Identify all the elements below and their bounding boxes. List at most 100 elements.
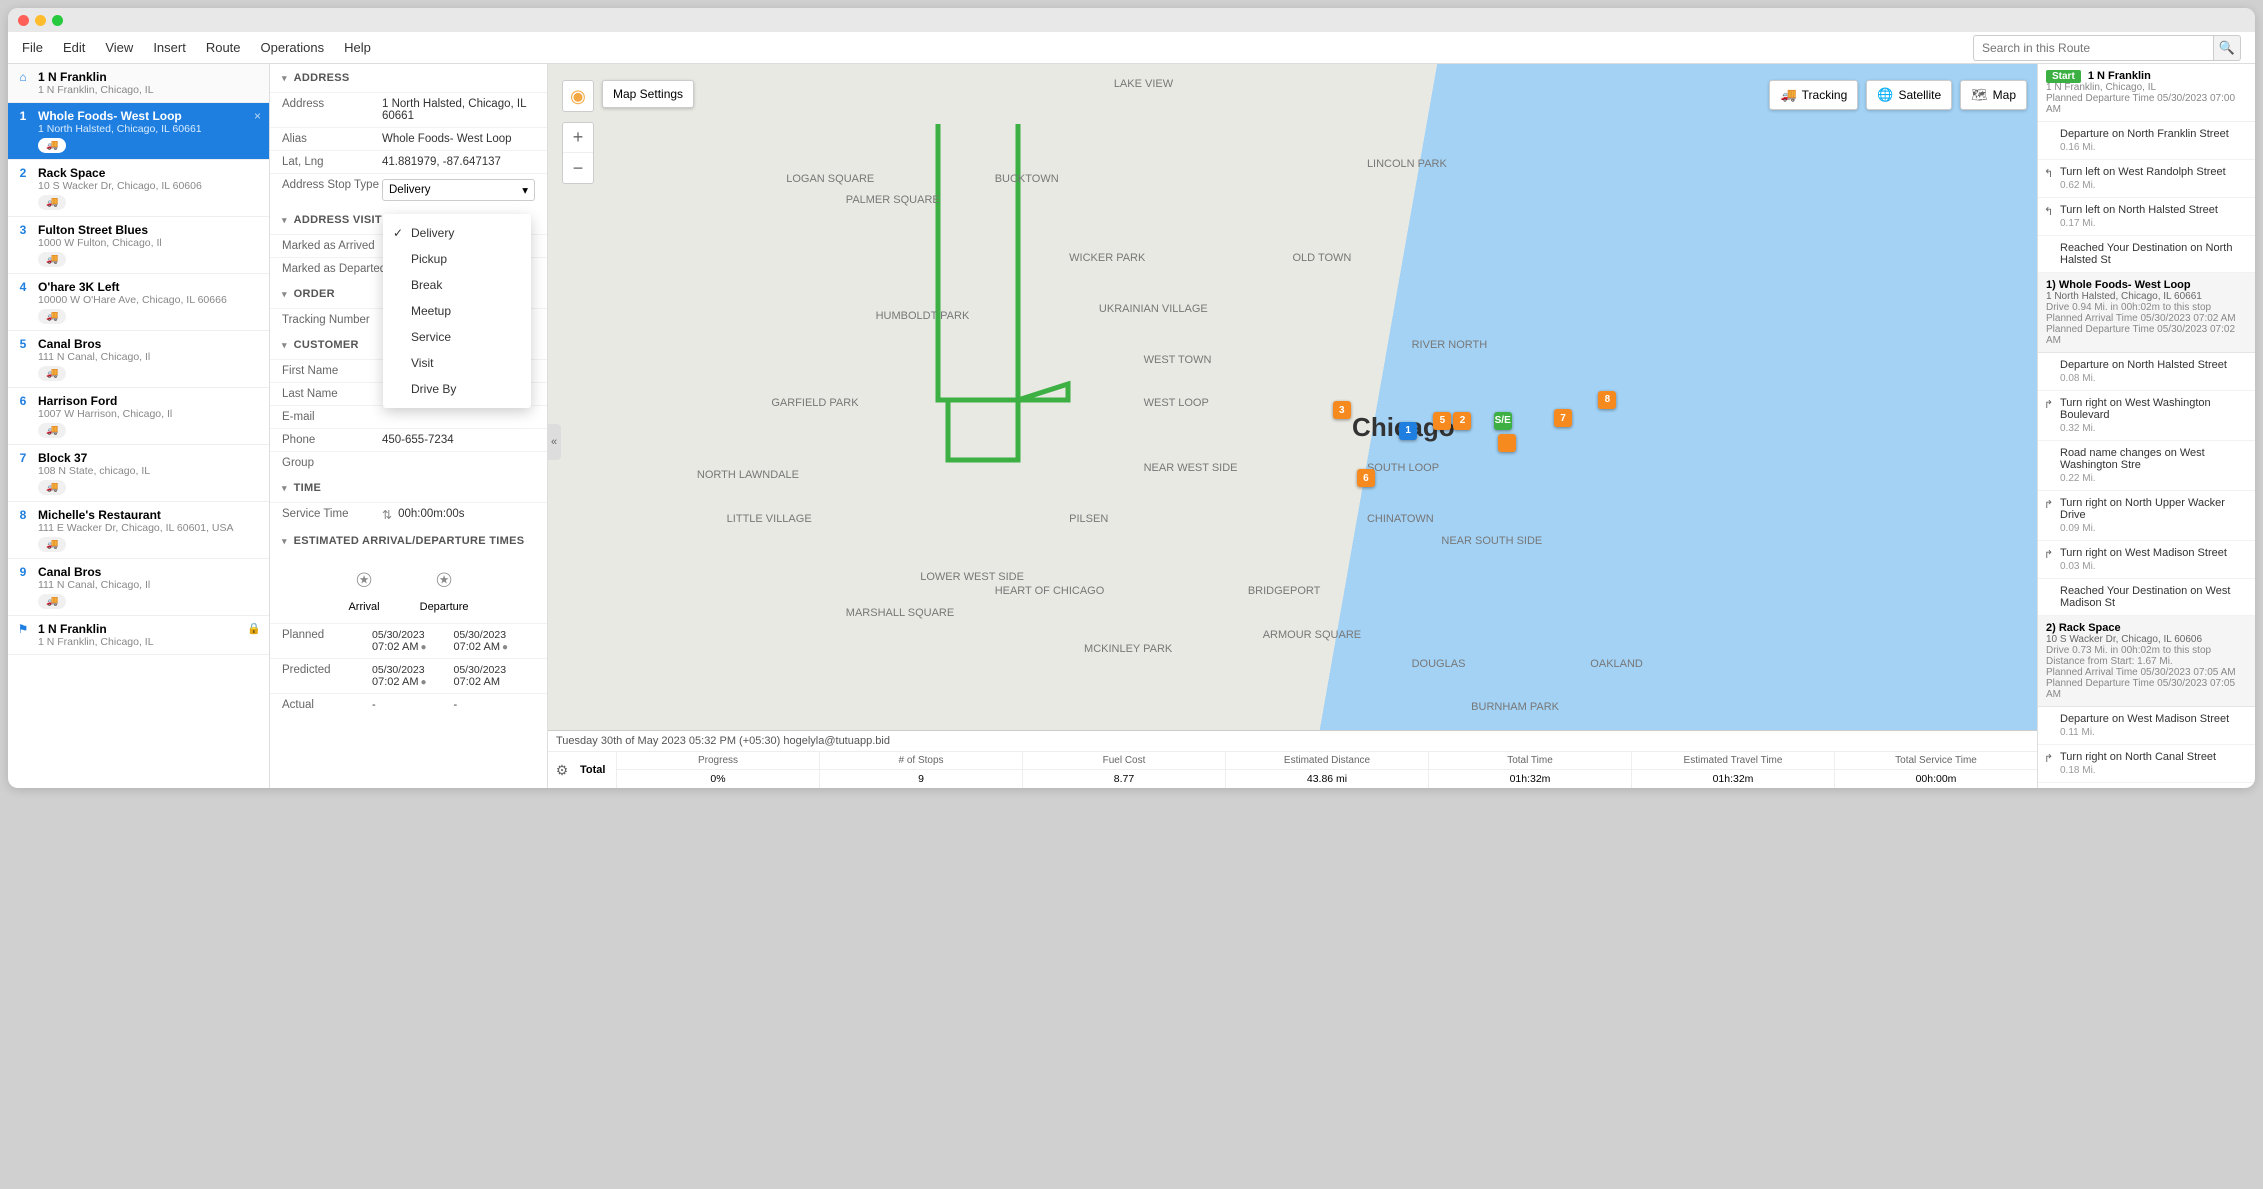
map-marker[interactable] [1498, 434, 1516, 452]
map-marker[interactable]: 2 [1453, 412, 1471, 430]
section-address[interactable]: ADDRESS [270, 64, 547, 92]
stop-item[interactable]: 7 Block 37108 N State, chicago, IL🚚 [8, 445, 269, 502]
dropdown-option[interactable]: Visit [383, 350, 531, 376]
section-time[interactable]: TIME [270, 474, 547, 502]
map-marker[interactable]: 7 [1554, 409, 1572, 427]
info-icon[interactable]: ● [502, 642, 508, 653]
total-label: Total [576, 760, 616, 780]
close-window-icon[interactable] [18, 15, 29, 26]
footer-col-header: Total Service Time [1835, 752, 2037, 770]
map-panel[interactable]: Chicago LAKE VIEWLINCOLN PARKLOGAN SQUAR… [548, 64, 2037, 788]
map-neighborhood-label: WEST TOWN [1144, 354, 1212, 366]
stop-item[interactable]: 2 Rack Space10 S Wacker Dr, Chicago, IL … [8, 160, 269, 217]
direction-step: ↱Turn right on West Madison Street0.03 M… [2038, 541, 2255, 579]
map-neighborhood-label: OLD TOWN [1293, 252, 1352, 264]
stop-item[interactable]: 4 O'hare 3K Left10000 W O'Hare Ave, Chic… [8, 274, 269, 331]
stop-item[interactable]: 6 Harrison Ford1007 W Harrison, Chicago,… [8, 388, 269, 445]
directions-sub2: Planned Departure Time 05/30/2023 07:00 … [2046, 93, 2247, 115]
info-icon[interactable]: ● [420, 642, 426, 653]
tracking-button[interactable]: 🚚Tracking [1769, 80, 1858, 110]
stop-name: O'hare 3K Left [38, 280, 261, 294]
map-marker[interactable]: 1 [1399, 422, 1417, 440]
direction-stop-block: 2) Rack Space10 S Wacker Dr, Chicago, IL… [2038, 616, 2255, 707]
flag-icon: ⚑ [16, 622, 30, 648]
section-eta[interactable]: ESTIMATED ARRIVAL/DEPARTURE TIMES [270, 527, 547, 555]
stop-item[interactable]: 1 Whole Foods- West Loop1 North Halsted,… [8, 103, 269, 160]
map-settings-button[interactable]: Map Settings [602, 80, 694, 108]
maximize-window-icon[interactable] [52, 15, 63, 26]
map-canvas[interactable]: Chicago LAKE VIEWLINCOLN PARKLOGAN SQUAR… [548, 64, 2037, 788]
label-servicetime: Service Time [282, 508, 382, 520]
close-icon[interactable]: × [254, 109, 261, 153]
details-panel: ADDRESS Address1 North Halsted, Chicago,… [270, 64, 548, 788]
planned-arr-time: 07:02 AM [372, 641, 418, 653]
menu-file[interactable]: File [22, 40, 43, 55]
dropdown-option[interactable]: Pickup [383, 246, 531, 272]
stop-number: 2 [16, 166, 30, 210]
search-input[interactable] [1973, 35, 2213, 61]
collapse-tab[interactable]: « [548, 424, 561, 460]
menu-route[interactable]: Route [206, 40, 241, 55]
chevron-down-icon: ▾ [522, 183, 528, 197]
label-arrival: Arrival [348, 601, 379, 613]
zoom-in-button[interactable]: + [563, 123, 593, 153]
stop-item[interactable]: 5 Canal Bros111 N Canal, Chicago, Il🚚 [8, 331, 269, 388]
direction-step: Reached Your Destination on West Madison… [2038, 579, 2255, 616]
dropdown-option[interactable]: Drive By [383, 376, 531, 402]
footer-col-header: Estimated Distance [1226, 752, 1428, 770]
menu-operations[interactable]: Operations [261, 40, 325, 55]
map-marker[interactable]: S/E [1494, 412, 1512, 430]
map-neighborhood-label: MCKINLEY PARK [1084, 643, 1172, 655]
predicted-arr-time: 07:02 AM [372, 676, 418, 688]
stop-addr: 111 N Canal, Chicago, Il [38, 351, 261, 363]
menu-insert[interactable]: Insert [153, 40, 186, 55]
menu-edit[interactable]: Edit [63, 40, 85, 55]
map-marker[interactable]: 5 [1433, 412, 1451, 430]
label-actual: Actual [282, 699, 372, 711]
footer-col-header: Estimated Travel Time [1632, 752, 1834, 770]
footer-col-value: 43.86 mi [1226, 770, 1428, 788]
map-marker[interactable]: 3 [1333, 401, 1351, 419]
stop-start[interactable]: ⌂1 N Franklin1 N Franklin, Chicago, IL [8, 64, 269, 103]
map-button[interactable]: 🗺Map [1960, 80, 2027, 110]
arrival-pin-icon: ⍟ [348, 565, 379, 597]
menu-view[interactable]: View [105, 40, 133, 55]
stoptype-value: Delivery [389, 184, 431, 196]
direction-step: ↰Turn left on West Randolph Street0.63 M… [2038, 783, 2255, 788]
pegman-icon[interactable]: ◉ [562, 80, 594, 112]
map-neighborhood-label: LINCOLN PARK [1367, 158, 1447, 170]
sort-icon[interactable]: ⇅ [382, 508, 392, 522]
stoptype-select[interactable]: Delivery ▾ [382, 179, 535, 201]
search-button[interactable]: 🔍 [2213, 35, 2241, 61]
map-marker[interactable]: 8 [1598, 391, 1616, 409]
minimize-window-icon[interactable] [35, 15, 46, 26]
map-neighborhood-label: ARMOUR SQUARE [1263, 629, 1361, 641]
dropdown-option[interactable]: Service [383, 324, 531, 350]
map-neighborhood-label: DOUGLAS [1412, 658, 1466, 670]
dropdown-option[interactable]: Break [383, 272, 531, 298]
footer-col-header: # of Stops [820, 752, 1022, 770]
stop-item[interactable]: 9 Canal Bros111 N Canal, Chicago, Il🚚 [8, 559, 269, 616]
actual-arr: - [372, 699, 454, 711]
map-neighborhood-label: MARSHALL SQUARE [846, 607, 954, 619]
footer-col-value: 9 [820, 770, 1022, 788]
label-phone: Phone [282, 434, 382, 446]
stop-end[interactable]: ⚑1 N Franklin1 N Franklin, Chicago, IL🔒 [8, 616, 269, 655]
gear-icon[interactable]: ⚙ [548, 762, 576, 779]
stop-item[interactable]: 8 Michelle's Restaurant111 E Wacker Dr, … [8, 502, 269, 559]
stop-name: Rack Space [38, 166, 261, 180]
label-alias: Alias [282, 133, 382, 145]
menu-help[interactable]: Help [344, 40, 371, 55]
dropdown-option[interactable]: Delivery [383, 220, 531, 246]
map-marker[interactable]: 6 [1357, 469, 1375, 487]
footer-cell: Estimated Travel Time01h:32m [1631, 752, 1834, 788]
dropdown-option[interactable]: Meetup [383, 298, 531, 324]
truck-icon: 🚚 [38, 537, 66, 552]
stop-item[interactable]: 3 Fulton Street Blues1000 W Fulton, Chic… [8, 217, 269, 274]
footer-col-value: 8.77 [1023, 770, 1225, 788]
satellite-button[interactable]: 🌐Satellite [1866, 80, 1952, 110]
value-latlng: 41.881979, -87.647137 [382, 156, 535, 168]
footer-cell: Total Service Time00h:00m [1834, 752, 2037, 788]
info-icon[interactable]: ● [420, 677, 426, 688]
zoom-out-button[interactable]: − [563, 153, 593, 183]
